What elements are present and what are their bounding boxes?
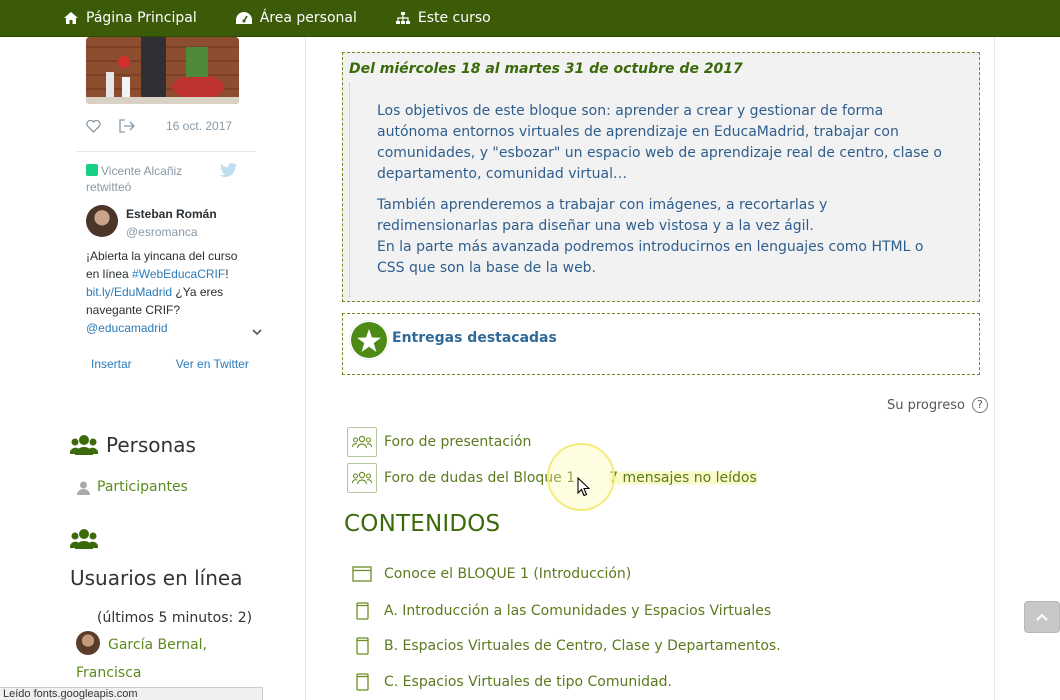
nav-personal-link[interactable]: Área personal: [235, 10, 357, 26]
sitemap-icon: [395, 12, 410, 24]
forum-icon: [347, 427, 377, 457]
section-heading: CONTENIDOS: [344, 511, 501, 537]
book-icon: [356, 637, 369, 655]
mouse-cursor-icon: [577, 477, 590, 497]
book-icon: [356, 602, 369, 620]
page-icon: [352, 566, 372, 582]
retweeted-label: retwitteó: [86, 180, 132, 194]
tweet-author-handle[interactable]: @esromanca: [126, 225, 198, 239]
content-item-label: Conoce el BLOQUE 1 (Introducción): [384, 566, 632, 582]
left-sidebar: 16 oct. 2017 Vicente Alcañiz retwitteó E…: [0, 37, 306, 700]
view-on-twitter-link[interactable]: Ver en Twitter: [176, 357, 249, 375]
help-icon[interactable]: ?: [971, 397, 988, 413]
nav-home-link[interactable]: Página Principal: [64, 10, 197, 26]
share-icon[interactable]: [119, 119, 136, 133]
forum-item[interactable]: Foro de presentación: [347, 427, 531, 457]
participants-link[interactable]: Participantes: [76, 479, 188, 495]
content-item-label: B. Espacios Virtuales de Centro, Clase y…: [384, 638, 781, 654]
people-block-header: Personas: [70, 433, 196, 457]
tweet-author-name[interactable]: Esteban Román: [126, 207, 217, 221]
twitter-timeline[interactable]: 16 oct. 2017 Vicente Alcañiz retwitteó E…: [76, 37, 266, 344]
twitter-bird-icon[interactable]: [220, 163, 237, 177]
tweet-hashtag[interactable]: #WebEducaCRIF: [132, 267, 225, 281]
heart-icon[interactable]: [86, 119, 101, 133]
description-paragraph: Los objetivos de este bloque son: aprend…: [377, 103, 942, 182]
users-icon: [70, 435, 98, 455]
top-navbar: Página Principal Área personal Este curs…: [0, 0, 1060, 37]
progress-label: Su progreso: [887, 397, 965, 413]
retweeter-name[interactable]: Vicente Alcañiz: [101, 164, 182, 178]
tweet-author-avatar[interactable]: [86, 205, 118, 237]
unread-messages-link[interactable]: 7 mensajes no leídos: [609, 470, 757, 486]
retweet-icon: [86, 164, 98, 176]
tweet-image[interactable]: [86, 37, 239, 104]
description-paragraph: También aprenderemos a trabajar con imág…: [377, 197, 828, 234]
people-block-title: Personas: [106, 433, 196, 457]
back-to-top-button[interactable]: [1024, 601, 1060, 633]
tweet-mention[interactable]: @educamadrid: [86, 321, 168, 335]
retweet-info: Vicente Alcañiz retwitteó: [86, 163, 236, 195]
forum-icon: [347, 463, 377, 493]
featured-submissions-box[interactable]: Entregas destacadas: [342, 313, 980, 375]
participant-icon: [77, 481, 90, 495]
section-summary-box: Del miércoles 18 al martes 31 de octubre…: [342, 52, 980, 302]
online-users-title: Usuarios en línea: [70, 566, 243, 590]
tweet-link[interactable]: bit.ly/EduMadrid: [86, 285, 172, 299]
book-icon: [356, 673, 369, 691]
tweet-text: ¡Abierta la yincana del curso en línea #…: [86, 247, 246, 337]
main-content: Del miércoles 18 al martes 31 de octubre…: [307, 37, 995, 700]
browser-status-bar: Leído fonts.googleapis.com: [0, 687, 263, 700]
online-user-link[interactable]: García Bernal, Francisca: [76, 631, 226, 687]
content-item[interactable]: C. Espacios Virtuales de tipo Comunidad.: [352, 673, 672, 691]
progress-indicator: Su progreso ?: [887, 397, 988, 413]
nav-personal-label: Área personal: [259, 10, 357, 26]
participants-label: Participantes: [97, 479, 188, 495]
content-item[interactable]: A. Introducción a las Comunidades y Espa…: [352, 602, 771, 620]
users-icon: [70, 529, 98, 549]
nav-home-label: Página Principal: [86, 10, 197, 26]
dashboard-icon: [235, 12, 252, 24]
tweet-date[interactable]: 16 oct. 2017: [166, 119, 232, 133]
chevron-up-icon: [1036, 613, 1048, 621]
forum-label: Foro de presentación: [384, 434, 532, 450]
tweet-divider: [76, 151, 256, 152]
description-paragraph: En la parte más avanzada podremos introd…: [377, 239, 924, 276]
chevron-down-icon[interactable]: [252, 329, 262, 336]
content-item[interactable]: B. Espacios Virtuales de Centro, Clase y…: [352, 637, 781, 655]
content-item-label: C. Espacios Virtuales de tipo Comunidad.: [384, 674, 672, 690]
content-item-label: A. Introducción a las Comunidades y Espa…: [384, 603, 772, 619]
nav-course-link[interactable]: Este curso: [395, 10, 491, 26]
twitter-footer: Insertar Ver en Twitter: [76, 357, 266, 375]
featured-submissions-label: Entregas destacadas: [392, 330, 557, 346]
online-users-meta: (últimos 5 minutos: 2): [97, 610, 253, 626]
content-item[interactable]: Conoce el BLOQUE 1 (Introducción): [352, 566, 631, 582]
tweet-actions: 16 oct. 2017: [86, 117, 256, 135]
nav-course-label: Este curso: [417, 10, 491, 26]
twitter-embed-link[interactable]: Insertar: [91, 357, 132, 375]
tweet-text-part: !: [225, 267, 229, 281]
avatar: [76, 631, 100, 655]
star-icon: [349, 320, 389, 360]
home-icon: [64, 12, 78, 24]
section-description: Los objetivos de este bloque son: aprend…: [377, 101, 942, 289]
date-range-title: Del miércoles 18 al martes 31 de octubre…: [349, 61, 743, 77]
online-users-header: Usuarios en línea: [70, 528, 250, 598]
